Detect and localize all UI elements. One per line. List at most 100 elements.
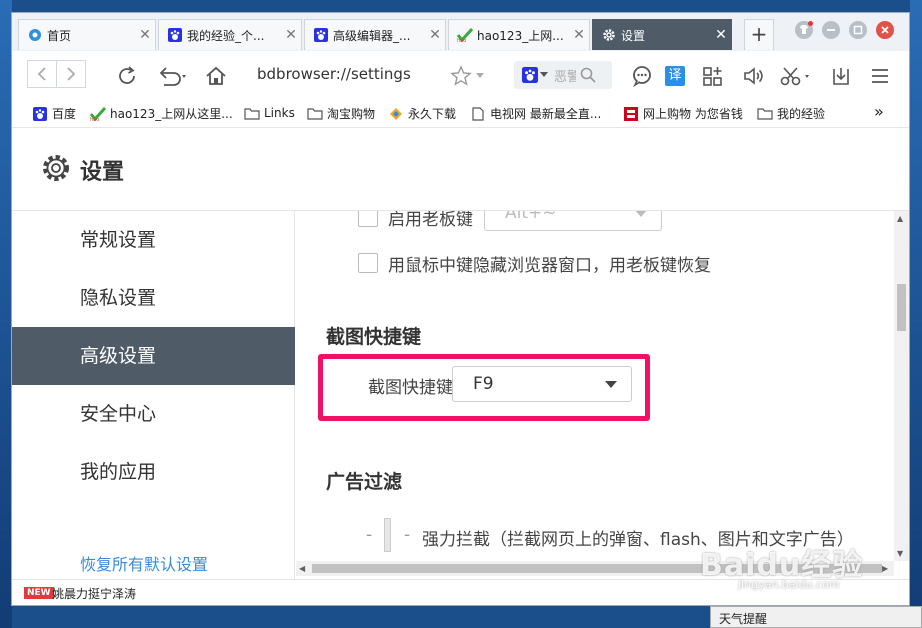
page-icon xyxy=(470,106,486,122)
close-icon[interactable]: ✕ xyxy=(711,27,731,43)
bookmark-label: 永久下载 xyxy=(408,107,457,121)
notification-dot xyxy=(808,21,813,26)
baidu-paw-icon xyxy=(313,27,329,43)
close-icon[interactable]: ✕ xyxy=(569,27,589,43)
tab-label: 我的经验_个... xyxy=(187,28,265,43)
bookmark-download[interactable]: 永久下载 xyxy=(388,105,456,122)
bookmark-tv[interactable]: 电视网 最新最全直... xyxy=(470,105,601,122)
middle-click-hide-checkbox[interactable] xyxy=(358,253,378,273)
skin-icon[interactable] xyxy=(795,21,813,39)
close-icon[interactable]: ✕ xyxy=(281,27,301,43)
bookmark-taobao[interactable]: 淘宝购物 xyxy=(307,105,375,122)
bookmark-label: 百度 xyxy=(52,107,77,121)
minimize-button[interactable] xyxy=(822,21,840,39)
settings-sidebar: 常规设置 隐私设置 高级设置 安全中心 我的应用 恢复所有默认设置 xyxy=(12,211,295,589)
scroll-up-icon[interactable]: ▲ xyxy=(897,214,903,223)
boss-key-value: Alt+~ xyxy=(505,211,557,223)
boss-key-checkbox[interactable] xyxy=(358,211,378,227)
bookmark-shopping[interactable]: 网上购物 为您省钱 xyxy=(623,105,743,122)
settings-header: 设置 xyxy=(12,128,909,211)
search-box[interactable]: 恶警 xyxy=(514,61,612,89)
bookmarks-bar: 百度 hao hao123_上网从这里... Links 淘宝购物 永久下载 电… xyxy=(12,101,909,128)
hao123-icon: hao xyxy=(90,106,106,122)
search-input[interactable]: 恶警 xyxy=(554,66,576,85)
chat-bubble-icon[interactable] xyxy=(629,63,655,89)
close-icon[interactable]: ✕ xyxy=(425,27,445,43)
download-icon[interactable] xyxy=(828,63,854,89)
bookmark-hao123[interactable]: hao hao123_上网从这里... xyxy=(90,105,233,122)
baidu-paw-icon xyxy=(167,27,183,43)
bookmark-label: 淘宝购物 xyxy=(327,107,376,121)
back-button[interactable] xyxy=(27,60,57,88)
scroll-right-icon[interactable]: ▶ xyxy=(882,564,888,573)
scroll-down-icon[interactable]: ▼ xyxy=(897,549,903,558)
boss-key-select[interactable]: Alt+~ xyxy=(484,211,662,231)
bookmarks-more-button[interactable]: » xyxy=(874,102,884,121)
search-icon xyxy=(580,67,596,83)
bookmark-label: Links xyxy=(264,106,295,120)
news-ticker-link[interactable]: 姚晨力挺宁泽涛 xyxy=(52,585,136,602)
bookmark-my-experience[interactable]: 我的经验 xyxy=(757,105,825,122)
star-bookmark-icon[interactable] xyxy=(448,63,474,89)
new-tab-button[interactable]: + xyxy=(744,19,774,50)
maximize-button[interactable] xyxy=(849,21,867,39)
vertical-scroll-thumb[interactable] xyxy=(897,284,906,331)
close-icon[interactable]: ✕ xyxy=(135,27,155,43)
sidebar-item-security[interactable]: 安全中心 xyxy=(12,385,295,443)
tab-settings[interactable]: 设置 ✕ xyxy=(592,19,732,50)
svg-text:hao: hao xyxy=(90,117,99,121)
apps-grid-icon[interactable] xyxy=(700,63,726,89)
tab-home[interactable]: 首页 ✕ xyxy=(18,19,156,50)
red-shop-icon xyxy=(623,106,639,122)
adblock-level-slider[interactable] xyxy=(384,518,391,552)
chevron-left-icon xyxy=(37,67,46,81)
chevron-down-icon xyxy=(540,72,548,77)
scissors-screenshot-icon[interactable] xyxy=(778,63,814,89)
colorful-logo-icon xyxy=(388,106,404,122)
chevron-right-icon xyxy=(67,67,76,81)
forward-button[interactable] xyxy=(56,60,86,88)
weather-notification[interactable]: 天气提醒 xyxy=(710,606,922,628)
tab-bar: 首页 ✕ 我的经验_个... ✕ 高级编辑器_... ✕ hao hao123_… xyxy=(12,13,909,52)
folder-icon xyxy=(757,106,773,122)
tab-advanced-editor[interactable]: 高级编辑器_... ✕ xyxy=(304,19,446,50)
restore-defaults-link[interactable]: 恢复所有默认设置 xyxy=(80,551,208,575)
menu-icon[interactable] xyxy=(867,63,893,89)
browser-window: 首页 ✕ 我的经验_个... ✕ 高级编辑器_... ✕ hao hao123_… xyxy=(11,12,910,606)
sidebar-item-general[interactable]: 常规设置 xyxy=(12,211,295,269)
tab-hao123[interactable]: hao hao123_上网... ✕ xyxy=(448,19,590,50)
sidebar-item-my-apps[interactable]: 我的应用 xyxy=(12,443,295,501)
vertical-scrollbar[interactable]: ▲ ▼ xyxy=(894,211,909,561)
baidu-paw-icon xyxy=(522,67,538,83)
translate-icon[interactable]: 译 xyxy=(662,63,688,89)
address-bar-url[interactable]: bdbrowser://settings xyxy=(257,65,411,83)
bookmark-links[interactable]: Links xyxy=(244,105,295,121)
home-icon[interactable] xyxy=(203,63,229,89)
gear-icon xyxy=(601,27,617,43)
bookmark-label: 我的经验 xyxy=(777,107,826,121)
folder-icon xyxy=(244,105,260,121)
gear-icon xyxy=(40,152,72,188)
slider-max-dash: - xyxy=(404,525,411,545)
undo-close-tab-icon[interactable] xyxy=(155,63,191,89)
sidebar-item-advanced[interactable]: 高级设置 xyxy=(12,327,295,385)
scroll-left-icon[interactable]: ◀ xyxy=(299,564,305,573)
tab-label: 设置 xyxy=(621,28,646,43)
speaker-icon[interactable] xyxy=(740,63,766,89)
chevron-down-icon[interactable] xyxy=(472,63,488,89)
middle-click-hide-label: 用鼠标中键隐藏浏览器窗口，用老板键恢复 xyxy=(388,256,711,276)
bookmark-label: 网上购物 为您省钱 xyxy=(643,107,743,121)
reload-icon[interactable] xyxy=(114,63,140,89)
page-title: 设置 xyxy=(80,160,125,185)
slider-min-dash: - xyxy=(366,525,373,545)
baidu-paw-icon xyxy=(32,106,48,122)
sidebar-item-privacy[interactable]: 隐私设置 xyxy=(12,269,295,327)
desktop-background-right xyxy=(910,0,922,628)
tab-my-experience[interactable]: 我的经验_个... ✕ xyxy=(158,19,302,50)
close-window-button[interactable] xyxy=(876,21,894,39)
tab-label: 高级编辑器_... xyxy=(333,28,411,43)
bookmark-baidu[interactable]: 百度 xyxy=(32,105,76,122)
edge-style-blue-circle-icon xyxy=(27,27,43,43)
folder-icon xyxy=(307,106,323,122)
svg-text:hao: hao xyxy=(457,38,466,42)
